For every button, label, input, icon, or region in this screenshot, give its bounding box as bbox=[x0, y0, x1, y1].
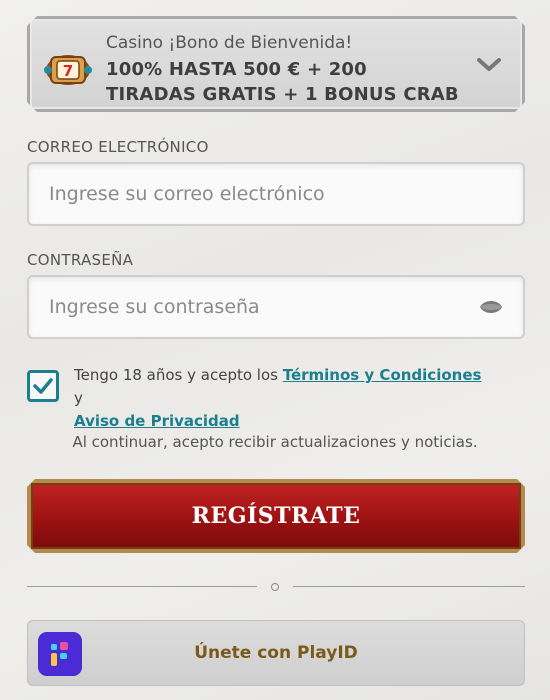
consent-text: Tengo 18 años y acepto los Términos y Co… bbox=[74, 364, 494, 433]
playid-button[interactable]: Únete con PlayID bbox=[27, 620, 525, 686]
privacy-link[interactable]: Aviso de Privacidad bbox=[74, 412, 240, 430]
divider-right bbox=[293, 586, 525, 587]
svg-text:7: 7 bbox=[63, 62, 73, 80]
bonus-title: 100% HASTA 500 € + 200 TIRADAS GRATIS + … bbox=[106, 59, 459, 105]
divider-left bbox=[27, 586, 257, 587]
eye-icon[interactable] bbox=[479, 297, 503, 317]
register-button[interactable]: REGÍSTRATE bbox=[27, 479, 525, 553]
bonus-subtitle: Casino ¡Bono de Bienvenida! bbox=[106, 33, 353, 53]
terms-link[interactable]: Términos y Condiciones bbox=[283, 366, 482, 384]
email-label: CORREO ELECTRÓNICO bbox=[27, 138, 209, 156]
divider-dot bbox=[271, 583, 279, 591]
slot-machine-icon: 7 bbox=[42, 49, 94, 91]
email-field[interactable] bbox=[49, 164, 449, 224]
password-field[interactable] bbox=[49, 277, 449, 337]
updates-notice: Al continuar, acepto recibir actualizaci… bbox=[72, 433, 478, 451]
playid-label: Únete con PlayID bbox=[194, 643, 358, 663]
checkmark-icon bbox=[33, 378, 53, 394]
age-terms-checkbox[interactable] bbox=[27, 370, 59, 402]
password-field-wrapper bbox=[27, 275, 525, 339]
welcome-bonus-selector[interactable]: 7 Casino ¡Bono de Bienvenida! 100% HASTA… bbox=[27, 16, 525, 112]
consent-text-between: y bbox=[74, 389, 83, 407]
chevron-down-icon[interactable] bbox=[476, 55, 502, 75]
consent-text-before: Tengo 18 años y acepto los bbox=[74, 366, 283, 384]
password-label: CONTRASEÑA bbox=[27, 251, 134, 269]
email-field-wrapper bbox=[27, 162, 525, 226]
